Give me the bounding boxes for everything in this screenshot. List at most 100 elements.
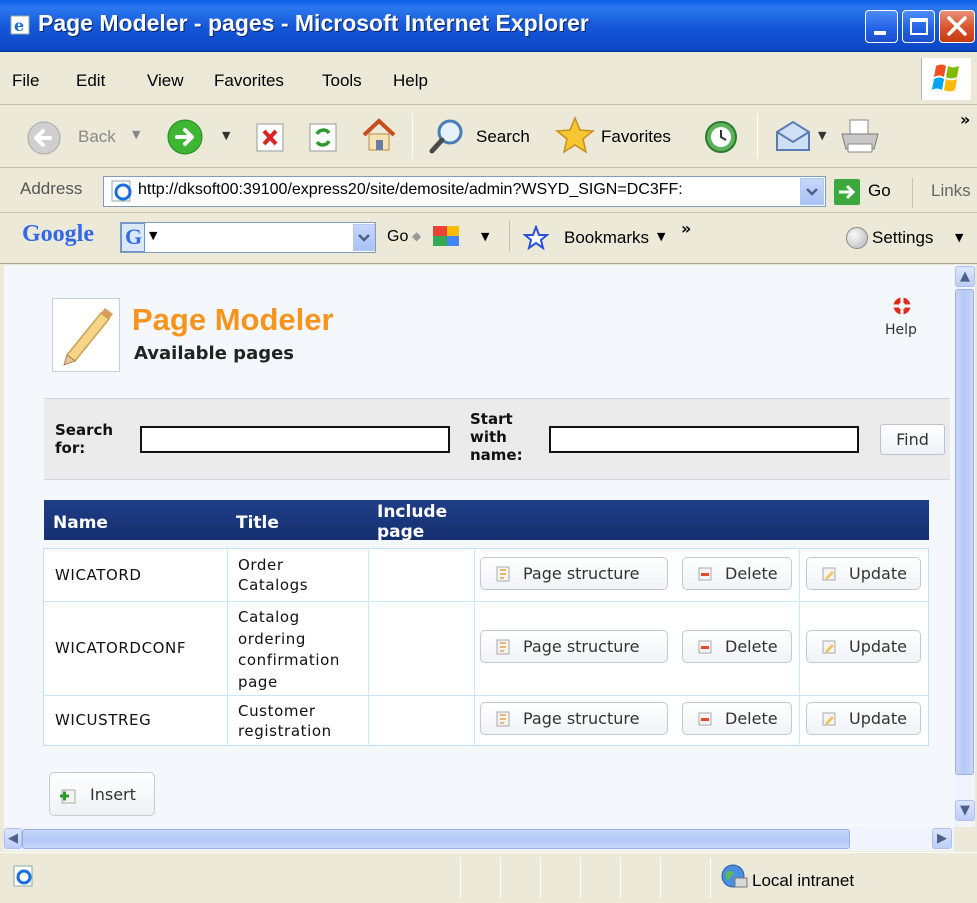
google-search-input[interactable] bbox=[120, 222, 376, 253]
delete-label: Delete bbox=[725, 564, 778, 583]
back-dropdown-icon[interactable]: ▼ bbox=[132, 128, 140, 141]
search-icon bbox=[429, 119, 463, 154]
search-for-input[interactable] bbox=[140, 426, 450, 453]
column-header-title[interactable]: Title bbox=[236, 513, 279, 533]
menu-help[interactable]: Help bbox=[393, 71, 428, 91]
links-button[interactable]: Links bbox=[931, 181, 971, 201]
news-dropdown-icon[interactable]: ▼ bbox=[481, 230, 489, 243]
insert-button[interactable]: Insert bbox=[49, 772, 155, 816]
status-divider bbox=[540, 858, 541, 898]
home-button[interactable] bbox=[359, 115, 399, 155]
close-button[interactable] bbox=[939, 10, 975, 43]
status-divider bbox=[460, 858, 461, 898]
back-arrow-icon bbox=[27, 121, 61, 155]
scroll-up-button[interactable]: ▲ bbox=[955, 266, 975, 287]
print-button[interactable] bbox=[838, 117, 882, 157]
page-title-text: Order Catalogs bbox=[238, 556, 309, 594]
menu-edit[interactable]: Edit bbox=[76, 71, 105, 91]
find-button[interactable]: Find bbox=[880, 424, 945, 455]
search-button-icon-wrap[interactable] bbox=[427, 116, 469, 158]
page-status-icon bbox=[13, 865, 33, 887]
delete-button[interactable]: Delete bbox=[682, 557, 792, 590]
stop-button[interactable] bbox=[253, 119, 289, 155]
bookmark-star-icon bbox=[523, 225, 549, 251]
stop-icon bbox=[256, 123, 284, 152]
refresh-button[interactable] bbox=[306, 119, 342, 155]
maximize-button[interactable] bbox=[902, 10, 935, 43]
scroll-down-button[interactable]: ▼ bbox=[955, 800, 975, 821]
bookmarks-dropdown-icon[interactable]: ▼ bbox=[657, 230, 665, 243]
menu-file[interactable]: File bbox=[12, 71, 39, 91]
lifebuoy-help-icon[interactable] bbox=[892, 296, 912, 316]
help-link[interactable]: Help bbox=[885, 322, 917, 338]
settings-button[interactable]: Settings bbox=[872, 228, 933, 248]
google-overflow[interactable]: » bbox=[681, 219, 691, 238]
page-name: WICATORD bbox=[55, 566, 142, 584]
column-header-name[interactable]: Name bbox=[53, 513, 108, 533]
page-structure-button[interactable]: Page structure bbox=[480, 630, 668, 663]
delete-icon bbox=[698, 712, 712, 726]
vertical-scroll-thumb[interactable] bbox=[955, 289, 974, 775]
horizontal-scroll-thumb[interactable] bbox=[22, 829, 850, 849]
cell-delete: Delete bbox=[676, 696, 800, 746]
menu-view[interactable]: View bbox=[147, 71, 184, 91]
table-row: WICATORD Order Catalogs Page structure D… bbox=[44, 549, 928, 602]
menu-favorites[interactable]: Favorites bbox=[214, 71, 284, 91]
google-go-button[interactable]: Go bbox=[387, 228, 408, 246]
delete-button[interactable]: Delete bbox=[682, 630, 792, 663]
mail-dropdown-icon[interactable]: ▼ bbox=[818, 129, 826, 142]
favorites-button-icon-wrap[interactable] bbox=[554, 115, 596, 157]
menu-tools[interactable]: Tools bbox=[322, 71, 362, 91]
scroll-left-button[interactable]: ◀ bbox=[4, 828, 22, 849]
scroll-right-button[interactable]: ▶ bbox=[932, 828, 952, 849]
settings-icon[interactable] bbox=[846, 227, 868, 249]
google-separator bbox=[509, 220, 510, 252]
forward-button[interactable] bbox=[166, 118, 206, 158]
back-label[interactable]: Back bbox=[78, 127, 116, 147]
favorites-button[interactable]: Favorites bbox=[601, 127, 671, 147]
page-structure-button[interactable]: Page structure bbox=[480, 702, 668, 735]
google-search-dropdown[interactable] bbox=[353, 224, 375, 251]
minimize-button[interactable] bbox=[865, 10, 898, 43]
forward-dropdown-icon[interactable]: ▼ bbox=[222, 129, 230, 142]
cell-name: WICUSTREG bbox=[44, 696, 228, 746]
cell-structure: Page structure bbox=[475, 602, 676, 695]
update-button[interactable]: Update bbox=[806, 630, 921, 663]
go-button[interactable]: Go bbox=[868, 181, 891, 201]
go-arrow-icon[interactable] bbox=[834, 179, 860, 205]
start-with-name-label: Start with name: bbox=[470, 410, 523, 464]
google-g-icon[interactable]: G bbox=[121, 223, 145, 252]
page-name: WICATORDCONF bbox=[55, 639, 187, 657]
google-g-dropdown-icon[interactable]: ▼ bbox=[149, 229, 157, 242]
back-button[interactable] bbox=[26, 120, 66, 160]
history-button[interactable] bbox=[702, 118, 740, 156]
mail-button[interactable] bbox=[773, 118, 813, 156]
insert-icon bbox=[60, 789, 76, 804]
bookmarks-button[interactable]: Bookmarks bbox=[564, 228, 649, 248]
settings-dropdown-icon[interactable]: ▼ bbox=[955, 231, 963, 244]
address-label: Address bbox=[20, 179, 83, 198]
history-icon bbox=[705, 121, 737, 153]
start-with-name-input[interactable] bbox=[549, 426, 859, 453]
svg-text:e: e bbox=[14, 16, 24, 35]
status-divider bbox=[620, 858, 621, 898]
update-button[interactable]: Update bbox=[806, 557, 921, 590]
favorites-star-icon bbox=[555, 116, 595, 154]
delete-button[interactable]: Delete bbox=[682, 702, 792, 735]
cell-name: WICATORD bbox=[44, 549, 228, 601]
update-label: Update bbox=[849, 564, 907, 583]
column-header-include-page[interactable]: Include page bbox=[377, 502, 447, 540]
news-icon[interactable] bbox=[430, 222, 464, 252]
search-button[interactable]: Search bbox=[476, 127, 530, 147]
update-button[interactable]: Update bbox=[806, 702, 921, 735]
pencil-icon bbox=[63, 308, 113, 366]
intranet-globe-icon bbox=[721, 864, 748, 888]
update-label: Update bbox=[849, 709, 907, 728]
google-logo-text: Google bbox=[22, 221, 94, 247]
toolbar-overflow[interactable]: » bbox=[960, 110, 970, 129]
address-url[interactable]: http://dksoft00:39100/express20/site/dem… bbox=[138, 181, 788, 199]
mail-icon bbox=[776, 120, 810, 151]
address-dropdown-button[interactable] bbox=[800, 178, 824, 205]
page-title: Page Modeler bbox=[132, 302, 334, 337]
page-structure-button[interactable]: Page structure bbox=[480, 557, 668, 590]
